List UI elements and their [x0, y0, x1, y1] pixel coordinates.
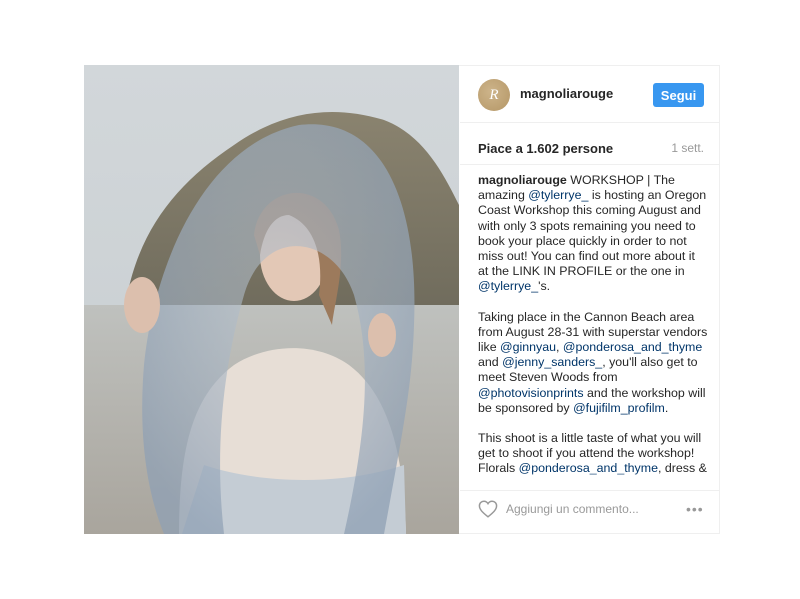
comment-input[interactable]: Aggiungi un commento...: [506, 502, 639, 516]
heart-icon[interactable]: [478, 500, 498, 518]
likes-row: Piace a 1.602 persone 1 sett.: [460, 122, 719, 165]
mention-link[interactable]: @photovisionprints: [478, 386, 584, 400]
likes-count[interactable]: Piace a 1.602 persone: [478, 141, 613, 156]
post-details-panel: R magnoliarouge Segui Piace a 1.602 pers…: [460, 66, 719, 533]
post-caption: magnoliarouge WORKSHOP | The amazing @ty…: [478, 173, 708, 479]
post-time[interactable]: 1 sett.: [671, 141, 704, 155]
mention-link[interactable]: @tylerrye_: [528, 188, 588, 202]
mention-link[interactable]: @jenny_sanders_: [502, 355, 602, 369]
caption-text: .: [664, 400, 669, 415]
comment-bar: Aggiungi un commento... •••: [460, 490, 719, 534]
mention-link[interactable]: @tylerrye_: [478, 279, 538, 293]
avatar-letter: R: [489, 86, 499, 103]
caption-paragraph: This shoot is a little taste of what you…: [478, 431, 708, 479]
caption-author-link[interactable]: magnoliarouge: [478, 173, 567, 187]
post-header: R magnoliarouge Segui: [460, 66, 719, 123]
avatar[interactable]: R: [478, 79, 510, 111]
post-photo[interactable]: [84, 65, 459, 534]
mention-link[interactable]: @ginnyau: [500, 340, 556, 354]
follow-button[interactable]: Segui: [653, 83, 704, 107]
caption-paragraph: magnoliarouge WORKSHOP | The amazing @ty…: [478, 173, 708, 295]
bride-veil-image: [84, 65, 459, 534]
caption-text: and: [478, 355, 503, 370]
caption-text: ,: [556, 340, 563, 355]
caption-paragraph: Taking place in the Cannon Beach area fr…: [478, 310, 708, 416]
mention-link[interactable]: @fujifilm_profilm: [573, 401, 665, 415]
username-link[interactable]: magnoliarouge: [520, 86, 613, 101]
more-options-icon[interactable]: •••: [686, 501, 704, 517]
mention-link[interactable]: @ponderosa_and_thyme: [563, 340, 702, 354]
caption-text: 's.: [538, 279, 551, 294]
caption-fade: [478, 473, 708, 479]
